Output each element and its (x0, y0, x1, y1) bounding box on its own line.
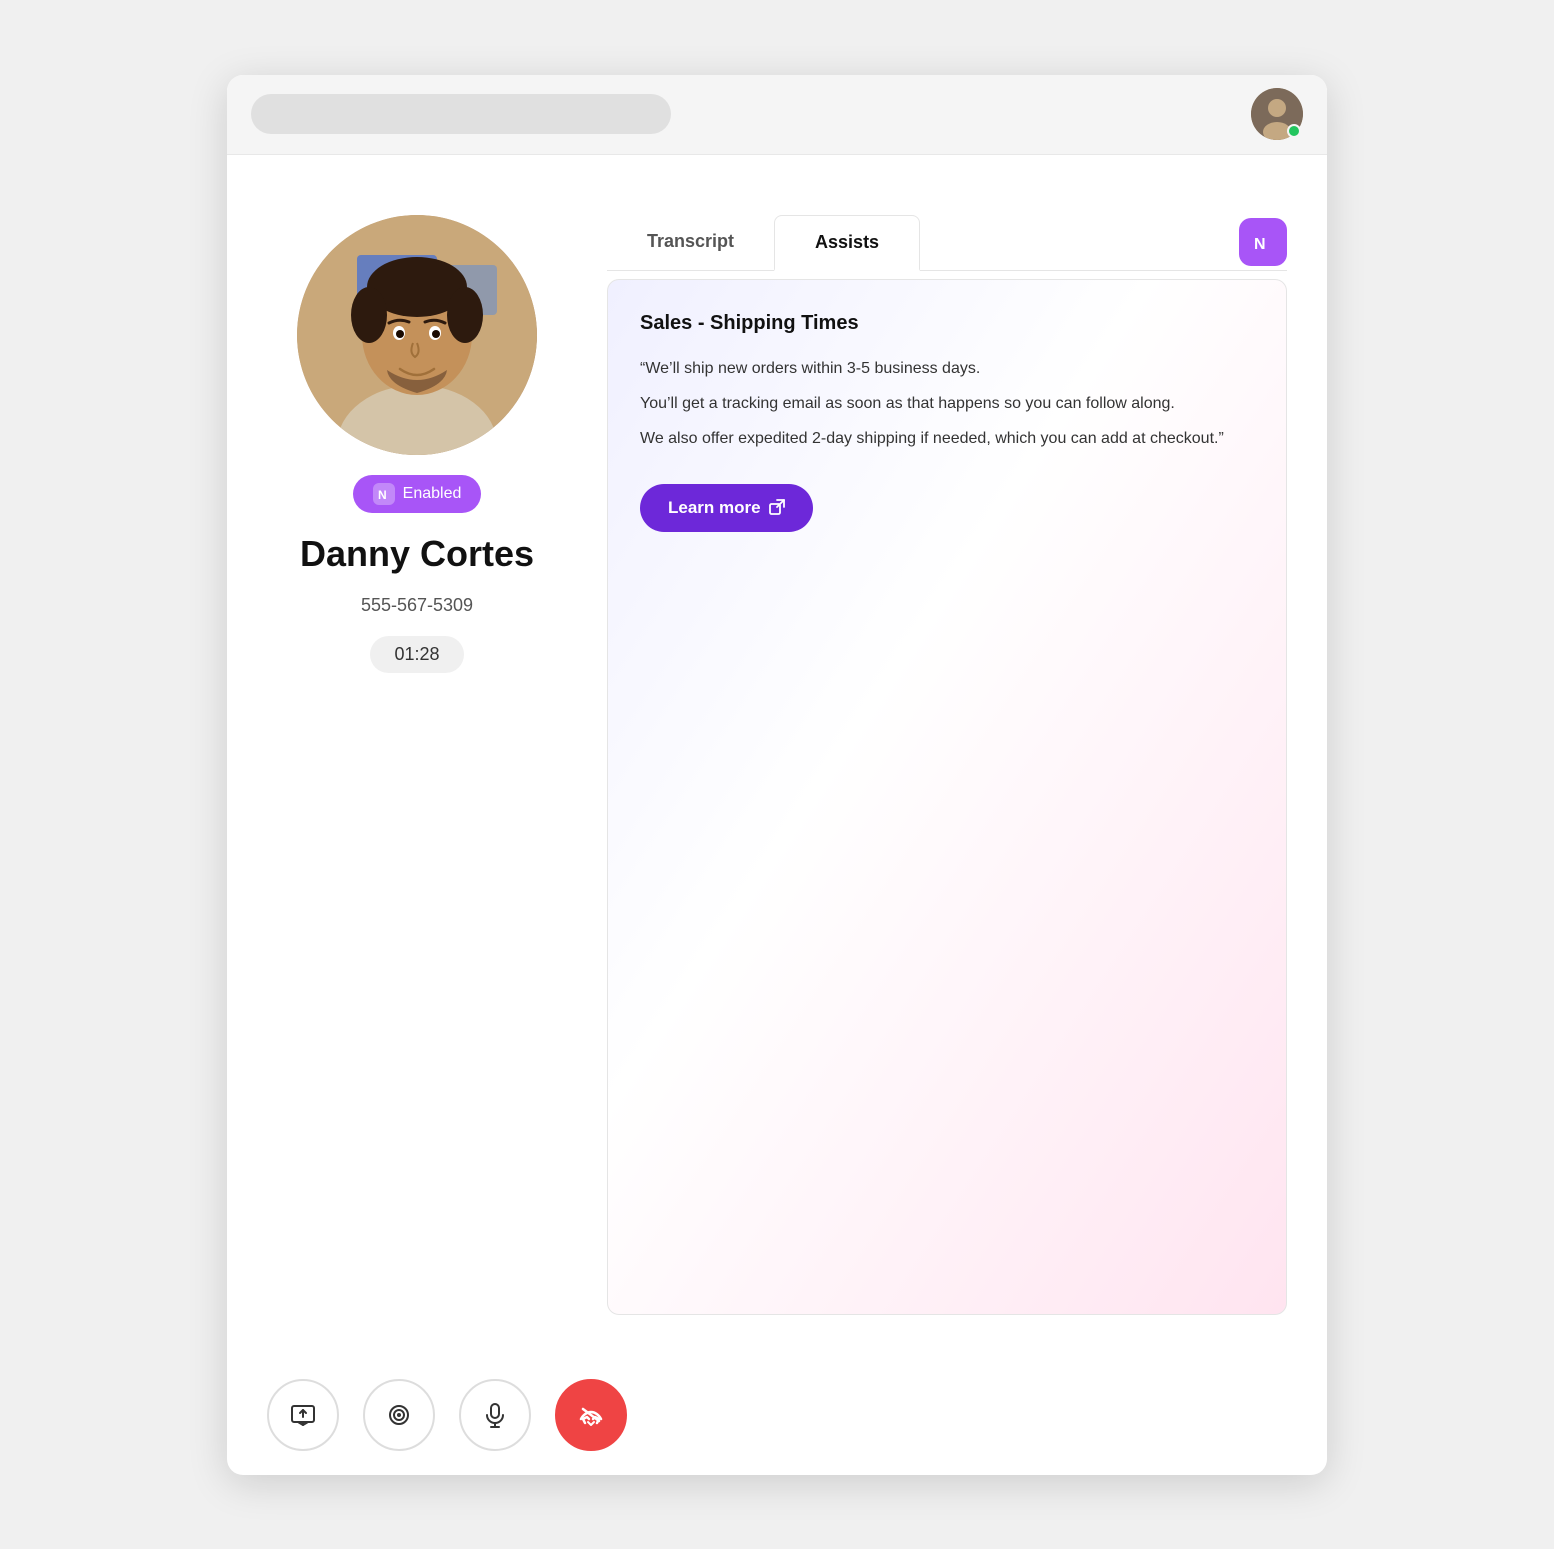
learn-more-button[interactable]: Learn more (640, 484, 813, 532)
ai-assist-icon[interactable]: N (1239, 218, 1287, 266)
caller-panel: N Enabled Danny Cortes 555-567-5309 01:2… (267, 215, 567, 1315)
tabs-container: Transcript Assists N (607, 215, 1287, 271)
ai-badge-label: Enabled (403, 485, 462, 503)
microphone-button[interactable] (459, 1379, 531, 1451)
svg-text:N: N (378, 488, 387, 502)
bottom-controls (227, 1355, 1327, 1475)
caller-name: Danny Cortes (300, 533, 534, 575)
caller-phone: 555-567-5309 (361, 595, 473, 616)
app-window: N Enabled Danny Cortes 555-567-5309 01:2… (227, 75, 1327, 1475)
external-link-icon (769, 499, 785, 518)
assist-card: Sales - Shipping Times “We’ll ship new o… (607, 279, 1287, 1315)
tab-assists[interactable]: Assists (774, 215, 920, 271)
camera-button[interactable] (363, 1379, 435, 1451)
assist-paragraph-3: We also offer expedited 2-day shipping i… (640, 425, 1254, 452)
assist-card-title: Sales - Shipping Times (640, 312, 1254, 335)
tab-transcript[interactable]: Transcript (607, 215, 774, 270)
share-screen-button[interactable] (267, 1379, 339, 1451)
ai-icon: N (373, 483, 395, 505)
caller-avatar (297, 215, 537, 455)
online-indicator (1287, 124, 1301, 138)
user-avatar-container (1251, 88, 1303, 140)
assist-paragraph-1: “We’ll ship new orders within 3-5 busine… (640, 355, 1254, 382)
main-content: N Enabled Danny Cortes 555-567-5309 01:2… (227, 155, 1327, 1355)
call-timer: 01:28 (370, 636, 463, 673)
search-bar[interactable] (251, 94, 671, 134)
hangup-button[interactable] (555, 1379, 627, 1451)
top-bar (227, 75, 1327, 155)
right-panel: Transcript Assists N Sales - Shipping Ti… (607, 215, 1287, 1315)
ai-enabled-badge: N Enabled (353, 475, 482, 513)
svg-text:N: N (1254, 236, 1266, 253)
assist-paragraph-2: You’ll get a tracking email as soon as t… (640, 390, 1254, 417)
